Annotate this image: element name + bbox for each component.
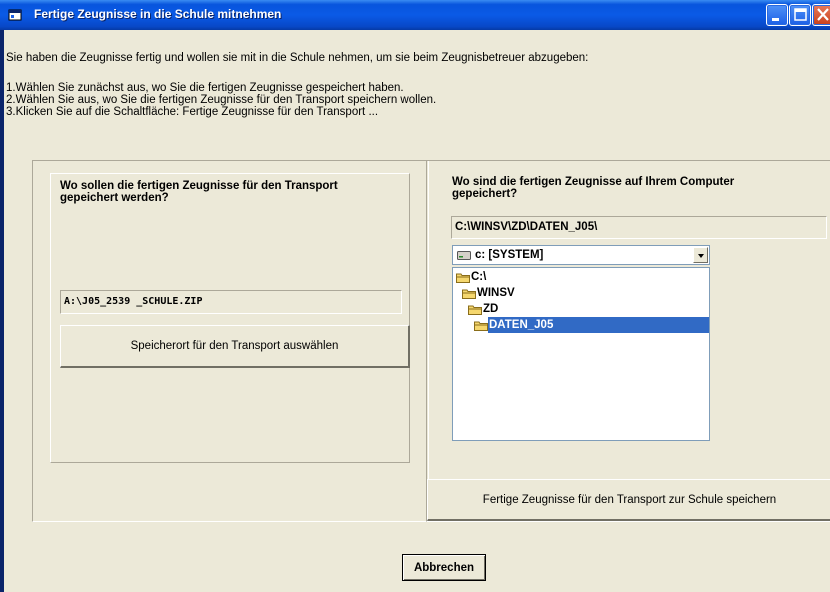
app-window: Fertige Zeugnisse in die Schule mitnehme…	[0, 0, 830, 592]
target-heading-line2: gepeichert werden?	[60, 192, 169, 204]
minimize-button[interactable]	[766, 4, 788, 26]
maximize-icon	[794, 8, 807, 21]
folder-icon	[468, 305, 482, 315]
tree-item-label: ZD	[483, 303, 499, 315]
tree-item-label: C:\	[471, 271, 487, 283]
folder-icon	[456, 273, 470, 283]
folder-icon	[474, 321, 488, 331]
hard-drive-icon	[457, 251, 471, 260]
chevron-down-icon[interactable]	[693, 247, 708, 263]
step-1-text: 1.Wählen Sie zunächst aus, wo Sie die fe…	[6, 82, 404, 94]
source-heading-line2: gepeichert?	[452, 188, 518, 200]
tree-item-c[interactable]: C:\	[456, 269, 486, 285]
drive-select[interactable]: c: [SYSTEM]	[452, 245, 710, 265]
source-path-field: C:\WINSV\ZD\DATEN_J05\	[451, 216, 827, 239]
choose-target-button[interactable]: Speicherort für den Transport auswählen	[60, 325, 410, 368]
app-window-icon	[8, 9, 22, 21]
window-title: Fertige Zeugnisse in die Schule mitnehme…	[34, 7, 282, 21]
tree-item-daten-j05[interactable]: DATEN_J05	[474, 317, 554, 333]
tree-item-label: DATEN_J05	[488, 317, 554, 333]
close-button[interactable]	[812, 4, 830, 26]
target-path-field: A:\J05_2539 _SCHULE.ZIP	[60, 290, 402, 314]
maximize-button[interactable]	[789, 4, 811, 26]
tree-item-zd[interactable]: ZD	[468, 301, 498, 317]
source-panel: Wo sind die fertigen Zeugnisse auf Ihrem…	[426, 160, 830, 522]
step-2-text: 2.Wählen Sie aus, wo Sie die fertigen Ze…	[6, 94, 437, 106]
save-transport-button[interactable]: Fertige Zeugnisse für den Transport zur …	[427, 479, 830, 521]
target-heading-line1: Wo sollen die fertigen Zeugnisse für den…	[60, 180, 338, 192]
folder-tree[interactable]: C:\ WINSV ZD DATEN_J05	[452, 267, 710, 441]
source-heading-line1: Wo sind die fertigen Zeugnisse auf Ihrem…	[452, 176, 735, 188]
folder-icon	[462, 289, 476, 299]
target-heading: Wo sollen die fertigen Zeugnisse für den…	[60, 180, 400, 204]
cancel-button[interactable]: Abbrechen	[402, 554, 486, 581]
target-inner-panel: Wo sollen die fertigen Zeugnisse für den…	[50, 173, 410, 463]
drive-select-value: c: [SYSTEM]	[475, 249, 544, 261]
tree-item-winsv[interactable]: WINSV	[462, 285, 515, 301]
target-panel: Wo sollen die fertigen Zeugnisse für den…	[32, 160, 429, 522]
step-3-text: 3.Klicken Sie auf die Schaltfläche: Fert…	[6, 106, 379, 118]
dialog-client-area: Sie haben die Zeugnisse fertig und wolle…	[4, 30, 830, 592]
intro-text: Sie haben die Zeugnisse fertig und wolle…	[6, 52, 589, 64]
title-bar[interactable]: Fertige Zeugnisse in die Schule mitnehme…	[0, 0, 830, 30]
tree-item-label: WINSV	[477, 287, 515, 299]
minimize-icon	[772, 18, 779, 21]
close-icon	[817, 8, 829, 21]
source-heading: Wo sind die fertigen Zeugnisse auf Ihrem…	[452, 176, 822, 200]
